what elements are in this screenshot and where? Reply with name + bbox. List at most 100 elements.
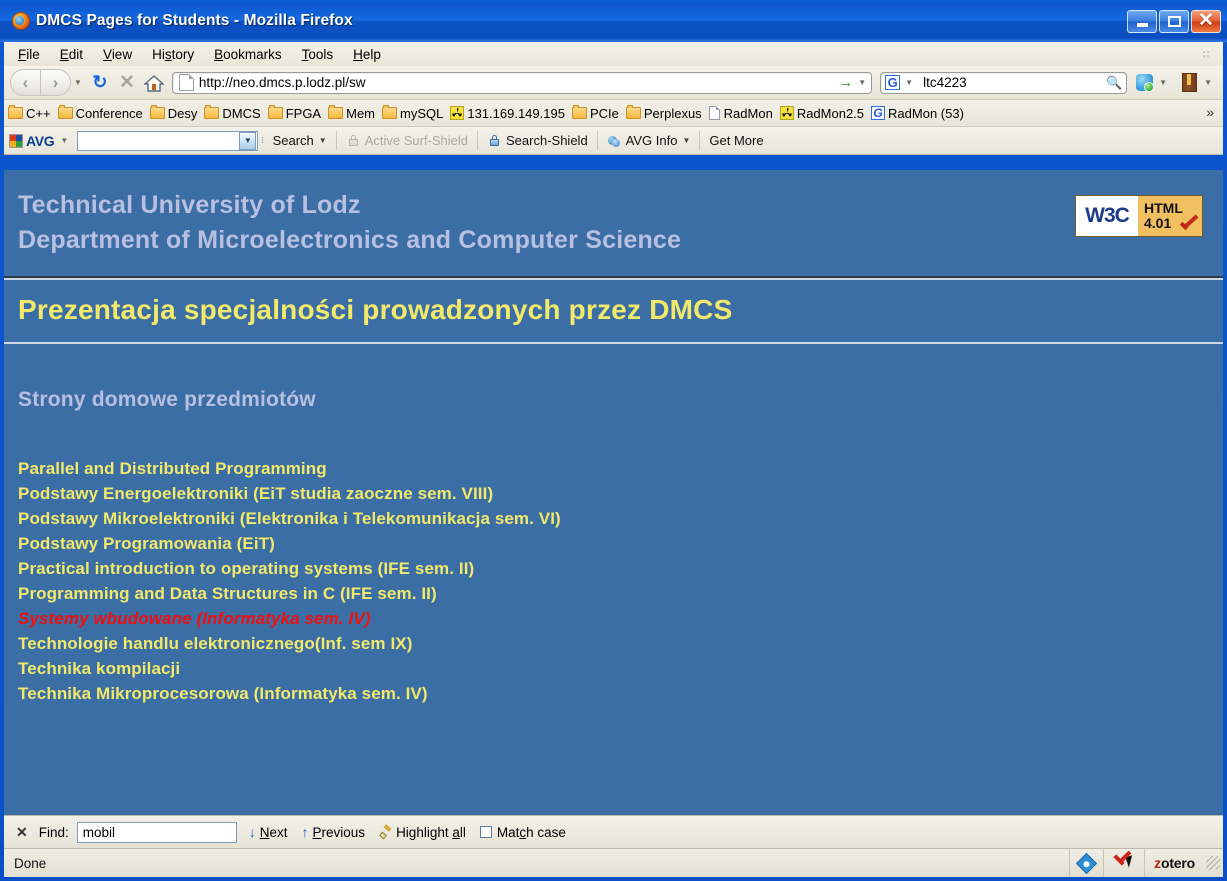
chevron-down-icon[interactable]: ▼: [319, 136, 327, 145]
list-item[interactable]: Podstawy Energoelektroniki (EiT studia z…: [18, 481, 1223, 506]
minimize-button[interactable]: [1127, 9, 1157, 33]
bookmark-item[interactable]: Desy: [149, 105, 198, 121]
avg-active-surf-shield[interactable]: Active Surf-Shield: [346, 133, 468, 148]
folder-icon: [267, 105, 283, 119]
menu-view[interactable]: View: [103, 47, 132, 62]
avg-status-button[interactable]: [1103, 849, 1144, 877]
bookmarks-toolbar-button[interactable]: [1177, 71, 1201, 95]
list-item[interactable]: Parallel and Distributed Programming: [18, 456, 1223, 481]
avg-info-button[interactable]: AVG Info ▼: [607, 133, 690, 148]
close-button[interactable]: ✕: [1191, 9, 1221, 33]
search-icon[interactable]: 🔍: [1105, 75, 1123, 91]
status-extension-button[interactable]: [1069, 849, 1103, 877]
bookmark-item[interactable]: Mem: [328, 105, 375, 121]
find-previous-button[interactable]: ↑ Previous: [302, 824, 366, 840]
list-item[interactable]: Technika kompilacji: [18, 656, 1223, 681]
folder-icon: [57, 105, 73, 119]
url-dropdown-icon[interactable]: ▼: [858, 78, 866, 87]
arrow-down-icon: ↓: [248, 824, 256, 840]
bookmark-item[interactable]: Conference: [57, 105, 143, 121]
extension-dropdown-icon[interactable]: ▼: [1204, 78, 1212, 87]
skype-dropdown-icon[interactable]: ▼: [1159, 78, 1167, 87]
url-bar[interactable]: http://neo.dmcs.p.lodz.pl/sw → ▼: [171, 71, 873, 94]
bookmark-item[interactable]: 131.169.149.195: [450, 106, 565, 121]
menu-edit[interactable]: Edit: [60, 47, 83, 62]
home-button[interactable]: [141, 71, 167, 95]
close-icon: ✕: [1198, 10, 1214, 31]
bookmark-item[interactable]: G RadMon (53): [871, 106, 964, 121]
folder-icon: [328, 105, 344, 119]
home-icon: [143, 74, 164, 92]
skype-button[interactable]: [1132, 71, 1156, 95]
list-item[interactable]: Podstawy Mikroelektroniki (Elektronika i…: [18, 506, 1223, 531]
avg-search-button[interactable]: Search ▼: [273, 133, 327, 148]
resize-grip[interactable]: [1206, 856, 1220, 870]
list-item[interactable]: Practical introduction to operating syst…: [18, 556, 1223, 581]
list-item[interactable]: Podstawy Programowania (EiT): [18, 531, 1223, 556]
maximize-button[interactable]: [1159, 9, 1189, 33]
avg-dropdown-icon[interactable]: ▼: [60, 136, 68, 145]
match-case-checkbox[interactable]: Match case: [479, 825, 566, 840]
shield-icon: [346, 134, 361, 148]
avg-resize-grip[interactable]: ⁞: [261, 136, 263, 145]
bookmark-item[interactable]: PCIe: [571, 105, 619, 121]
folder-icon: [571, 105, 587, 119]
university-name: Technical University of Lodz: [18, 191, 361, 219]
avg-search-input[interactable]: ▼: [77, 130, 259, 151]
page-icon: [708, 106, 720, 120]
zotero-button[interactable]: zotero: [1144, 849, 1204, 877]
back-button[interactable]: ‹: [10, 69, 40, 96]
firefox-icon: [12, 12, 30, 30]
menu-tools[interactable]: Tools: [302, 47, 334, 62]
reload-button[interactable]: ↻: [87, 71, 113, 95]
bookmarks-overflow-icon[interactable]: »: [1206, 104, 1214, 120]
avg-search-shield[interactable]: Search-Shield: [487, 133, 588, 148]
checkbox-icon[interactable]: [479, 826, 492, 838]
bookmark-item[interactable]: C++: [8, 105, 51, 121]
folder-icon: [625, 105, 641, 119]
list-item-active[interactable]: Systemy wbudowane (Informatyka sem. IV): [18, 606, 1223, 631]
menu-bookmarks[interactable]: Bookmarks: [214, 47, 282, 62]
search-engine-dropdown-icon[interactable]: ▼: [905, 78, 913, 87]
forward-button[interactable]: ›: [40, 69, 71, 96]
list-item[interactable]: Technika Mikroprocesorowa (Informatyka s…: [18, 681, 1223, 706]
divider: [477, 131, 479, 150]
highlight-all-button[interactable]: Highlight all: [379, 825, 466, 840]
menu-help[interactable]: Help: [353, 47, 381, 62]
stop-button[interactable]: ✕: [114, 71, 140, 95]
bookmark-label: Desy: [167, 105, 198, 121]
find-input[interactable]: mobil: [76, 821, 237, 843]
chevron-down-icon[interactable]: ▼: [239, 131, 257, 150]
bookmark-item[interactable]: RadMon2.5: [779, 105, 865, 121]
search-input[interactable]: ltc4223: [918, 75, 1105, 90]
bookmark-item[interactable]: mySQL: [382, 105, 443, 121]
divider: [596, 131, 598, 150]
w3c-html-badge[interactable]: W3C HTML 4.01: [1075, 195, 1203, 237]
list-item[interactable]: Technologie handlu elektronicznego(Inf. …: [18, 631, 1223, 656]
page-title: Prezentacja specjalności prowadzonych pr…: [18, 294, 733, 325]
menu-grip: [1202, 50, 1211, 59]
chevron-down-icon[interactable]: ▼: [682, 136, 690, 145]
diamond-icon: [1076, 852, 1098, 874]
nav-dropdown-icon[interactable]: ▼: [74, 78, 82, 87]
bookmark-label: RadMon2.5: [796, 105, 865, 121]
search-bar[interactable]: G ▼ ltc4223 🔍: [880, 71, 1128, 94]
menu-file[interactable]: File: [18, 47, 40, 62]
avg-logo[interactable]: AVG: [9, 133, 55, 149]
avg-search-label: Search: [272, 133, 314, 148]
bookmark-item[interactable]: Perplexus: [625, 105, 702, 121]
avg-get-more-button[interactable]: Get More: [709, 133, 763, 148]
browser-chrome: File Edit View History Bookmarks Tools H…: [4, 42, 1223, 155]
list-item[interactable]: Programming and Data Structures in C (IF…: [18, 581, 1223, 606]
bookmark-item[interactable]: RadMon: [708, 106, 773, 121]
bookmark-item[interactable]: DMCS: [204, 105, 261, 121]
bookmark-item[interactable]: FPGA: [267, 105, 321, 121]
close-icon[interactable]: ✕: [16, 824, 28, 841]
folder-icon: [149, 105, 165, 119]
google-icon[interactable]: G: [885, 75, 901, 90]
find-next-button[interactable]: ↓ Next: [249, 824, 288, 840]
go-icon[interactable]: →: [834, 74, 855, 91]
radiation-icon: [450, 106, 465, 120]
menu-history[interactable]: History: [152, 47, 194, 62]
avg-active-surf-shield-label: Active Surf-Shield: [364, 133, 469, 148]
